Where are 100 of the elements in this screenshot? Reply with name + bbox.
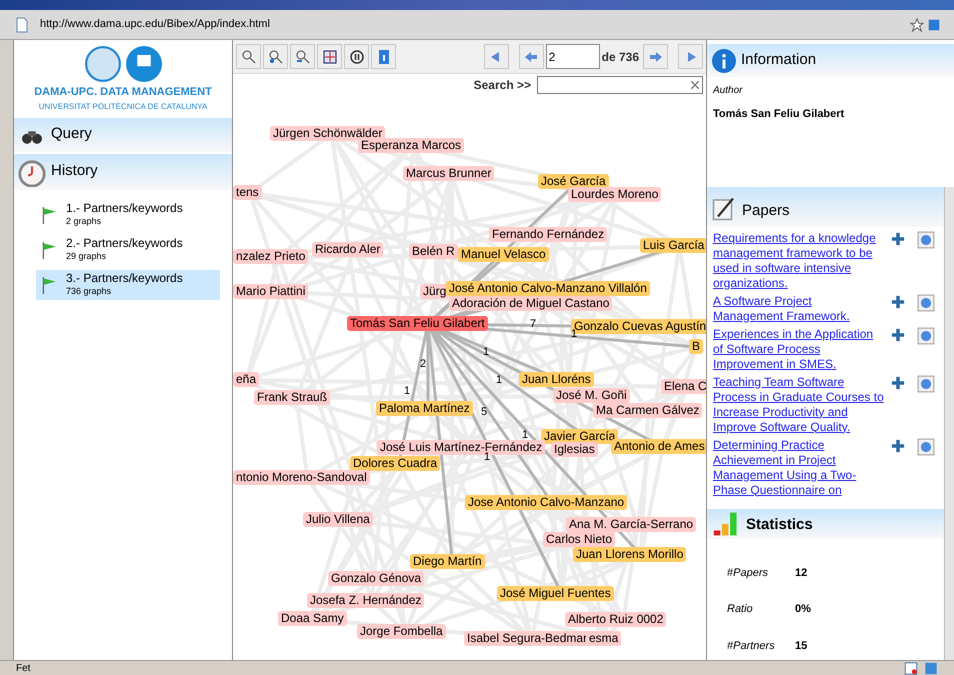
graph-node[interactable]: Ana M. García-Serrano xyxy=(566,517,696,532)
edge-weight: 1 xyxy=(483,346,490,358)
search-label: Search >> xyxy=(474,77,531,94)
zoom-out-icon[interactable] xyxy=(290,44,315,69)
edge-weight: 7 xyxy=(530,318,536,330)
graph-node[interactable]: Tomás San Feliu Gilabert xyxy=(347,316,488,331)
fit-icon[interactable] xyxy=(317,44,342,69)
edge-weight: 5 xyxy=(481,406,488,418)
edge-weight: 1 xyxy=(496,374,502,386)
graph-node[interactable]: Luis García xyxy=(640,238,706,253)
graph-node[interactable]: eña xyxy=(233,372,260,387)
panel-title: Information xyxy=(741,50,816,70)
graph-node[interactable]: José Miguel Fuentes xyxy=(497,586,614,601)
edge-weight: 1 xyxy=(404,385,410,397)
graph-node[interactable]: Josefa Z. Hernández xyxy=(307,593,424,608)
dama-logo-icon xyxy=(84,46,120,82)
graph-node[interactable]: Lourdes Moreno xyxy=(568,187,662,202)
graph-node[interactable]: Mario Piattini xyxy=(233,284,308,299)
graph-node[interactable]: Ma Carmen Gálvez xyxy=(593,403,702,418)
plus-icon xyxy=(891,376,905,390)
stat-value: 0% xyxy=(795,602,811,617)
author-name: Tomás San Feliu Gilabert xyxy=(713,107,846,122)
graph-node[interactable]: Julio Villena xyxy=(303,512,373,527)
graph-node[interactable]: Iglesias xyxy=(551,442,598,457)
graph-node[interactable]: Adoración de Miguel Castano xyxy=(449,296,612,311)
plus-icon xyxy=(891,328,905,342)
graph-node[interactable]: Fernando Fernández xyxy=(489,227,608,242)
history-item[interactable]: 3.- Partners/keywords 736 graphs xyxy=(36,270,220,300)
last-page-icon[interactable] xyxy=(678,44,703,69)
graph-node[interactable]: Diego Martín xyxy=(410,554,485,569)
graph-node[interactable]: Juan Lloréns xyxy=(519,372,594,387)
page-icon xyxy=(14,16,30,34)
graph-node[interactable]: Marcus Brunner xyxy=(403,166,494,181)
graph-node[interactable]: Belén R xyxy=(409,244,458,259)
status-text: Fet xyxy=(16,662,32,675)
graph-node[interactable]: Jürgen Schönwälder xyxy=(270,126,386,141)
graph-node[interactable]: ntonio Moreno-Sandoval xyxy=(233,470,370,485)
graph-node[interactable]: B xyxy=(689,339,704,354)
stat-value: 15 xyxy=(795,638,808,654)
graph-node[interactable]: Manuel Velasco xyxy=(458,247,549,262)
graph-node[interactable]: Jose Antonio Calvo-Manzano xyxy=(465,495,628,510)
graph-node[interactable]: Dolores Cuadra xyxy=(350,456,440,471)
next-page-icon[interactable] xyxy=(643,44,668,69)
plus-icon xyxy=(891,232,905,246)
scrollbar[interactable] xyxy=(944,508,954,660)
page-total: de 736 xyxy=(602,48,639,66)
graph-node[interactable]: Gonzalo Génova xyxy=(328,571,424,586)
stat-label: Ratio xyxy=(727,602,754,617)
panel-title: Statistics xyxy=(746,515,813,535)
field-label: Author xyxy=(713,84,744,98)
clear-icon xyxy=(690,80,700,90)
paper-link[interactable]: Requirements for a knowledge management framework to be used in software intensive organizations. xyxy=(713,230,885,290)
paper-link[interactable]: Experiences in the Application of Software Process Improvement in SMES. xyxy=(713,326,885,372)
graph-node[interactable]: Alberto Ruiz 0002 xyxy=(565,612,666,627)
pause-icon[interactable] xyxy=(344,44,369,69)
scrollbar[interactable] xyxy=(944,186,954,508)
stat-label: #Papers xyxy=(727,566,769,580)
flag-icon xyxy=(40,274,58,294)
graph-node[interactable]: Elena C xyxy=(661,379,706,394)
logo-title: DAMA-UPC. DATA MANAGEMENT xyxy=(33,85,213,100)
paper-link[interactable]: Determining Practice Achievement in Project Management Using a Two-Phase Questionnaire on xyxy=(713,438,885,498)
plus-icon xyxy=(891,438,905,452)
history-header[interactable]: History xyxy=(14,154,232,190)
graph-node[interactable]: Carlos Nieto xyxy=(543,532,616,547)
graph-node[interactable]: Jürg xyxy=(420,284,450,299)
graph-node[interactable]: José Antonio Calvo-Manzano Villalón xyxy=(446,281,650,296)
search-field[interactable] xyxy=(537,76,703,94)
star-icon xyxy=(910,18,924,32)
graph-node[interactable]: Ricardo Aler xyxy=(312,242,384,257)
stat-value: 12 xyxy=(795,566,808,580)
first-page-icon[interactable] xyxy=(484,44,509,69)
graph-node[interactable]: Antonio de Ames xyxy=(611,439,706,454)
edge-weight: 2 xyxy=(420,358,426,370)
edge-weight: 1 xyxy=(522,429,528,441)
paper-link[interactable]: A Software Project Management Framework. xyxy=(713,294,885,324)
graph-node[interactable]: José García xyxy=(538,174,609,189)
graph-node[interactable]: esma xyxy=(586,631,622,646)
logo-subtitle: UNIVERSITAT POLITÈCNICA DE CATALUNYA xyxy=(38,100,208,112)
stat-label: #Partners xyxy=(727,638,776,654)
graph-node[interactable]: Esperanza Marcos xyxy=(358,138,464,153)
graph-node[interactable]: nzalez Prieto xyxy=(233,249,308,264)
window-icon xyxy=(904,662,918,674)
previous-page-icon[interactable] xyxy=(518,44,544,69)
query-header[interactable]: Query xyxy=(14,118,232,152)
graph-node[interactable]: Juan Llorens Morillo xyxy=(573,547,686,562)
flag-icon xyxy=(40,204,58,224)
graph-node[interactable]: José M. Goñi xyxy=(553,388,630,403)
graph-node[interactable]: Paloma Martínez xyxy=(376,401,473,416)
graph-node[interactable]: tens xyxy=(233,185,262,200)
plus-icon xyxy=(891,294,905,308)
paper-link[interactable]: Teaching Team Software Process in Graduate Courses to Increase Productivity and Improve Software Quality. xyxy=(713,374,885,434)
graph-node[interactable]: Doaa Samy xyxy=(278,611,347,626)
panel-title: Papers xyxy=(742,201,790,221)
page-field[interactable]: 2 xyxy=(546,44,600,69)
upc-logo-icon xyxy=(126,46,162,82)
zoom-icon[interactable] xyxy=(236,44,261,69)
graph-node[interactable]: Jorge Fombella xyxy=(357,624,446,639)
graph-node[interactable]: Frank Strauß xyxy=(254,390,330,405)
flag-icon xyxy=(40,240,58,260)
zoom-in-icon[interactable] xyxy=(263,44,288,69)
